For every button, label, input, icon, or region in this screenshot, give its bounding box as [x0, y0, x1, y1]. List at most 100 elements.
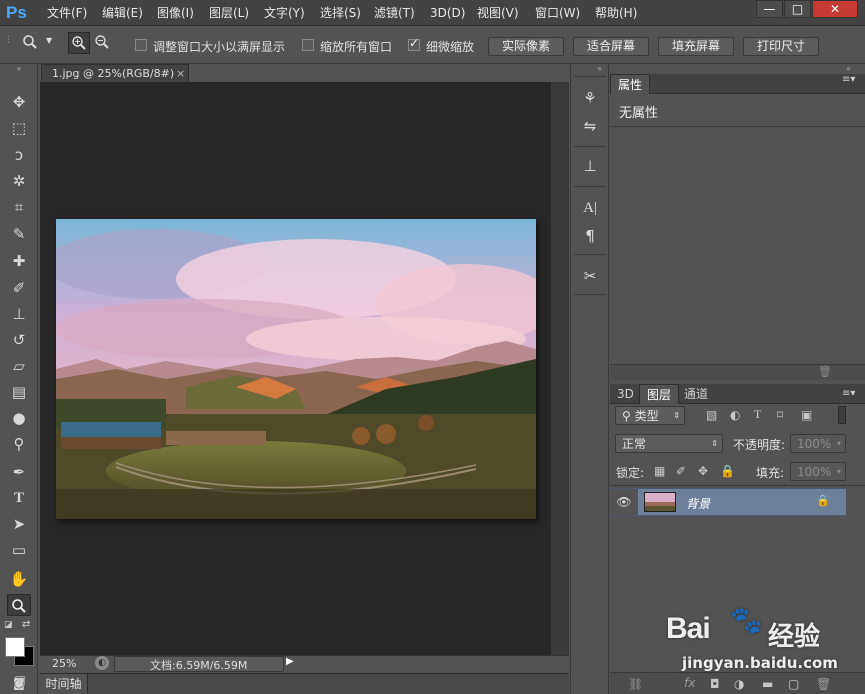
fill-input[interactable]: 100% ▾: [790, 462, 846, 481]
zoom-tool-icon[interactable]: [7, 594, 31, 616]
path-selection-tool-icon[interactable]: ➤: [7, 513, 31, 535]
filter-toggle[interactable]: [838, 406, 846, 424]
search-icon: ⚲: [622, 409, 635, 423]
menu-view[interactable]: 视图(V): [477, 5, 519, 21]
menu-file[interactable]: 文件(F): [47, 5, 87, 21]
menu-filter[interactable]: 滤镜(T): [374, 5, 415, 21]
move-tool-icon[interactable]: ✥: [7, 91, 31, 113]
eyedropper-tool-icon[interactable]: ✎: [7, 223, 31, 245]
lock-image-icon[interactable]: ✐: [676, 464, 686, 478]
clone-stamp-tool-icon[interactable]: ⊥: [7, 303, 31, 325]
tab-3d[interactable]: 3D: [610, 384, 641, 404]
pen-tool-icon[interactable]: ✒: [7, 461, 31, 483]
tool-presets-panel-icon[interactable]: ✂: [576, 264, 604, 288]
paragraph-panel-icon[interactable]: ¶: [576, 224, 604, 248]
close-button[interactable]: ✕: [812, 0, 858, 18]
document-tab-title: 1.jpg @ 25%(RGB/8#): [52, 67, 175, 80]
brush-tool-icon[interactable]: ✐: [7, 277, 31, 299]
layer-filter-select[interactable]: ⚲ 类型 ⇕: [615, 406, 685, 425]
zoom-level[interactable]: 25%: [52, 657, 76, 670]
pixel-layer-filter-icon[interactable]: ▧: [706, 408, 717, 422]
history-panel-icon[interactable]: ⚘: [576, 86, 604, 110]
minimize-button[interactable]: —: [756, 0, 783, 18]
lock-transparent-icon[interactable]: ▦: [654, 464, 665, 478]
gradient-tool-icon[interactable]: ▤: [7, 381, 31, 403]
menu-layer[interactable]: 图层(L): [209, 5, 249, 21]
document-tab[interactable]: 1.jpg @ 25%(RGB/8#) ×: [41, 64, 189, 83]
resize-windows-checkbox[interactable]: [135, 39, 147, 51]
hand-tool-icon[interactable]: ✋: [7, 568, 31, 590]
restore-button[interactable]: □: [784, 0, 811, 18]
zoom-tool-preset-icon[interactable]: [22, 34, 38, 54]
vertical-scrollbar[interactable]: [551, 82, 569, 655]
tab-channels[interactable]: 通道: [677, 384, 715, 404]
shape-layer-filter-icon[interactable]: ⌑: [777, 408, 783, 422]
swap-colors-icon[interactable]: ⇄: [22, 619, 30, 630]
magic-wand-tool-icon[interactable]: ✲: [7, 170, 31, 192]
smart-object-filter-icon[interactable]: ▣: [801, 408, 812, 422]
menu-bar: Ps 文件(F) 编辑(E) 图像(I) 图层(L) 文字(Y) 选择(S) 滤…: [0, 0, 865, 26]
timeline-tab[interactable]: 时间轴: [40, 674, 88, 694]
history-brush-tool-icon[interactable]: ↺: [7, 329, 31, 351]
healing-brush-tool-icon[interactable]: ✚: [7, 250, 31, 272]
scrubby-zoom-checkbox[interactable]: [408, 36, 420, 51]
chevron-down-icon[interactable]: ▼: [46, 36, 52, 45]
actual-pixels-button[interactable]: 实际像素: [488, 37, 564, 56]
menu-help[interactable]: 帮助(H): [595, 5, 637, 21]
collapse-icon[interactable]: »: [7, 64, 31, 74]
eraser-tool-icon[interactable]: ▱: [7, 355, 31, 377]
fill-screen-button[interactable]: 填充屏幕: [658, 37, 734, 56]
layers-panel-menu-icon[interactable]: ≡▾: [842, 384, 855, 404]
menu-select[interactable]: 选择(S): [320, 5, 361, 21]
document-image[interactable]: [56, 219, 536, 519]
menu-type[interactable]: 文字(Y): [264, 5, 305, 21]
panel-toggle-icon[interactable]: ▣: [8, 673, 32, 691]
print-size-button[interactable]: 打印尺寸: [743, 37, 819, 56]
fill-value: 100%: [797, 465, 832, 479]
lasso-tool-icon[interactable]: ↄ: [7, 144, 31, 166]
tab-properties[interactable]: 属性: [610, 74, 651, 94]
menu-3d[interactable]: 3D(D): [430, 5, 465, 21]
menu-window[interactable]: 窗口(W): [535, 5, 580, 21]
crop-tool-icon[interactable]: ⌗: [7, 196, 31, 218]
eye-icon[interactable]: 👁: [610, 489, 638, 515]
blend-mode-select[interactable]: 正常 ⇕: [615, 434, 723, 453]
baidu-jingyan-watermark: Bai 🐾 经验 jingyan.baidu.com: [660, 598, 860, 688]
marquee-tool-icon[interactable]: ⬚: [7, 117, 31, 139]
layer-row[interactable]: 👁 背景 🔒: [610, 488, 846, 516]
zoom-all-windows-checkbox[interactable]: [302, 39, 314, 51]
blur-tool-icon[interactable]: ●: [7, 407, 31, 429]
fill-label: 填充:: [756, 466, 785, 480]
zoom-out-icon[interactable]: [94, 34, 110, 54]
collapse-panels-icon[interactable]: «: [597, 64, 602, 73]
lock-all-icon[interactable]: 🔒: [720, 464, 735, 478]
dodge-tool-icon[interactable]: ⚲: [7, 433, 31, 455]
chevron-down-icon: ▾: [836, 439, 841, 448]
foreground-color-swatch[interactable]: [5, 637, 25, 657]
adjustments-panel-icon[interactable]: ⇋: [576, 114, 604, 138]
opacity-input[interactable]: 100% ▾: [790, 434, 846, 453]
type-layer-filter-icon[interactable]: T: [754, 407, 761, 422]
layer-name[interactable]: 背景: [686, 495, 710, 512]
character-panel-icon[interactable]: A|: [576, 196, 604, 220]
menu-edit[interactable]: 编辑(E): [102, 5, 143, 21]
close-tab-icon[interactable]: ×: [176, 65, 185, 83]
lock-label: 锁定:: [616, 466, 645, 480]
status-menu-arrow-icon[interactable]: ▶: [286, 656, 294, 667]
lock-position-icon[interactable]: ✥: [698, 464, 708, 478]
tab-layers[interactable]: 图层: [639, 384, 680, 404]
adjustment-layer-filter-icon[interactable]: ◐: [730, 408, 740, 422]
zoom-in-icon[interactable]: [68, 32, 90, 54]
clone-source-panel-icon[interactable]: ⊥: [576, 154, 604, 178]
panel-menu-icon[interactable]: ≡▾: [842, 74, 855, 85]
type-tool-icon[interactable]: T: [7, 487, 31, 509]
link-layers-icon[interactable]: ⛓: [628, 677, 643, 691]
collapse-right-panels-icon[interactable]: »: [846, 64, 851, 73]
menu-image[interactable]: 图像(I): [157, 5, 194, 21]
trash-icon[interactable]: 🗑: [818, 365, 832, 378]
default-colors-icon[interactable]: ◪: [4, 620, 13, 630]
fit-screen-button[interactable]: 适合屏幕: [573, 37, 649, 56]
status-info-icon[interactable]: ◐: [95, 656, 109, 670]
rectangle-tool-icon[interactable]: ▭: [7, 539, 31, 561]
options-bar: ⋮ ▼ 调整窗口大小以满屏显示 缩放所有窗口 细微缩放 实际像素 适合屏幕 填充…: [0, 27, 865, 64]
